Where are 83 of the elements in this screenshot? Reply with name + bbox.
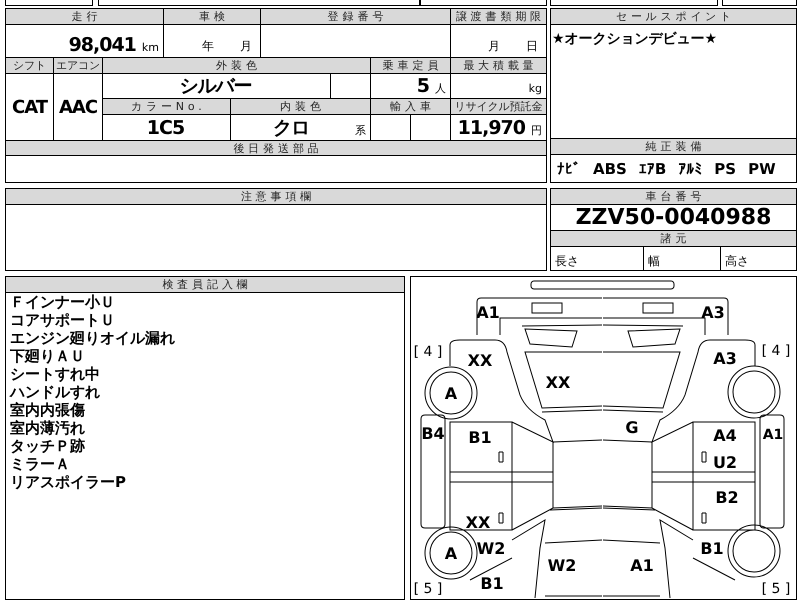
damage-code: XX — [468, 351, 492, 370]
field-label: 車検 — [164, 9, 260, 24]
field-label: 輸入車 — [371, 99, 450, 114]
damage-code: A1 — [476, 303, 500, 322]
inspection-note: 室内薄汚れ — [9, 419, 86, 437]
damage-code: G — [625, 418, 639, 437]
damage-code: A1 — [630, 556, 654, 575]
field-label: 譲渡書類期限 — [451, 9, 546, 24]
damage-code: A4 — [713, 426, 737, 445]
field-value: 5 — [416, 75, 429, 97]
damage-code: A3 — [713, 349, 737, 368]
field-value: 1C5 — [146, 117, 184, 139]
field-label: 走行 — [6, 9, 163, 24]
damage-code: B1 — [700, 539, 724, 558]
section-title: 検査員記入欄 — [6, 277, 404, 293]
spec-label: 高さ — [720, 247, 796, 270]
field-value: 98,041 — [68, 34, 136, 56]
damage-code: A — [444, 384, 458, 403]
unit-label: 系 — [355, 123, 366, 139]
chassis-number: ZZV50-0040988 — [574, 205, 772, 230]
inspection-note: Ｆインナー小Ｕ — [9, 293, 116, 311]
date-unit-label: 日 — [526, 38, 538, 55]
damage-code: A — [444, 544, 458, 563]
damage-code: A3 — [701, 303, 725, 322]
damage-code: A1 — [762, 427, 784, 443]
unit-label: kg — [528, 81, 542, 97]
tire-tread-rating: [ 4 ] — [762, 343, 790, 359]
field-label: 後日発送部品 — [6, 141, 546, 155]
damage-code: B1 — [468, 428, 492, 447]
inspection-note: ハンドルすれ — [8, 383, 101, 401]
tire-tread-rating: [ 5 ] — [414, 581, 442, 597]
section-title: 諸元 — [551, 230, 796, 247]
equipment-item: PS — [714, 159, 736, 179]
inspection-note: シートすれ中 — [9, 365, 101, 383]
equipment-item: ｱﾙﾐ — [678, 159, 702, 179]
section-title: 純正装備 — [551, 138, 796, 155]
field-value: AAC — [54, 74, 102, 140]
equipment-item: ｴｱB — [638, 159, 666, 179]
damage-code: XX — [466, 513, 490, 532]
date-unit-label: 年 — [202, 38, 214, 55]
equipment-item: ﾅﾋﾞ — [557, 159, 581, 179]
damage-code: W2 — [476, 539, 506, 558]
date-unit-label: 月 — [240, 38, 252, 55]
inspection-note: エンジン廻りオイル漏れ — [9, 329, 176, 347]
sales-point-text: ★オークションデビュー★ — [551, 30, 718, 49]
inspection-note: リアスポイラーP — [9, 473, 127, 491]
unit-label: 円 — [531, 123, 542, 139]
field-value: CAT — [6, 74, 53, 140]
date-unit-label: 月 — [488, 38, 500, 55]
field-label: 登録番号 — [261, 9, 450, 24]
field-label: 最大積載量 — [451, 58, 546, 73]
inspection-note: 下廻りＡＵ — [9, 347, 86, 365]
damage-code: B1 — [480, 574, 504, 593]
spec-label: 長さ — [554, 253, 580, 270]
damage-code: U2 — [712, 453, 738, 472]
unit-label: km — [142, 40, 159, 56]
field-value: シルバー — [180, 75, 252, 97]
field-label: エアコン — [54, 58, 102, 73]
tire-tread-rating: [ 4 ] — [414, 344, 442, 360]
equipment-item: PW — [748, 159, 776, 179]
inspection-note: タッチＰ跡 — [9, 437, 86, 455]
damage-code: XX — [546, 373, 570, 392]
field-value: 11,970 — [458, 117, 525, 139]
field-label: 乗車定員 — [371, 58, 450, 73]
field-label: 外装色 — [103, 58, 370, 73]
tire-tread-rating: [ 5 ] — [762, 581, 790, 597]
inspection-note: ミラーＡ — [9, 455, 71, 473]
unit-label: 人 — [435, 81, 446, 97]
section-title: 車台番号 — [551, 189, 796, 205]
field-label: シフト — [6, 58, 53, 73]
spec-label: 幅 — [643, 247, 720, 270]
field-label: 内装色 — [231, 99, 370, 114]
inspection-note: 室内内張傷 — [9, 401, 86, 419]
damage-code: W2 — [548, 556, 576, 575]
section-title: セールスポイント — [551, 9, 796, 25]
field-label: カラーNo. — [103, 99, 230, 114]
section-title: 注意事項欄 — [6, 189, 546, 205]
damage-code: B4 — [421, 424, 445, 443]
inspection-note: コアサポートＵ — [9, 311, 116, 329]
field-value: クロ — [272, 117, 310, 139]
field-label: リサイクル預託金 — [451, 99, 546, 114]
damage-code: B2 — [715, 488, 739, 507]
equipment-item: ABS — [593, 159, 627, 179]
